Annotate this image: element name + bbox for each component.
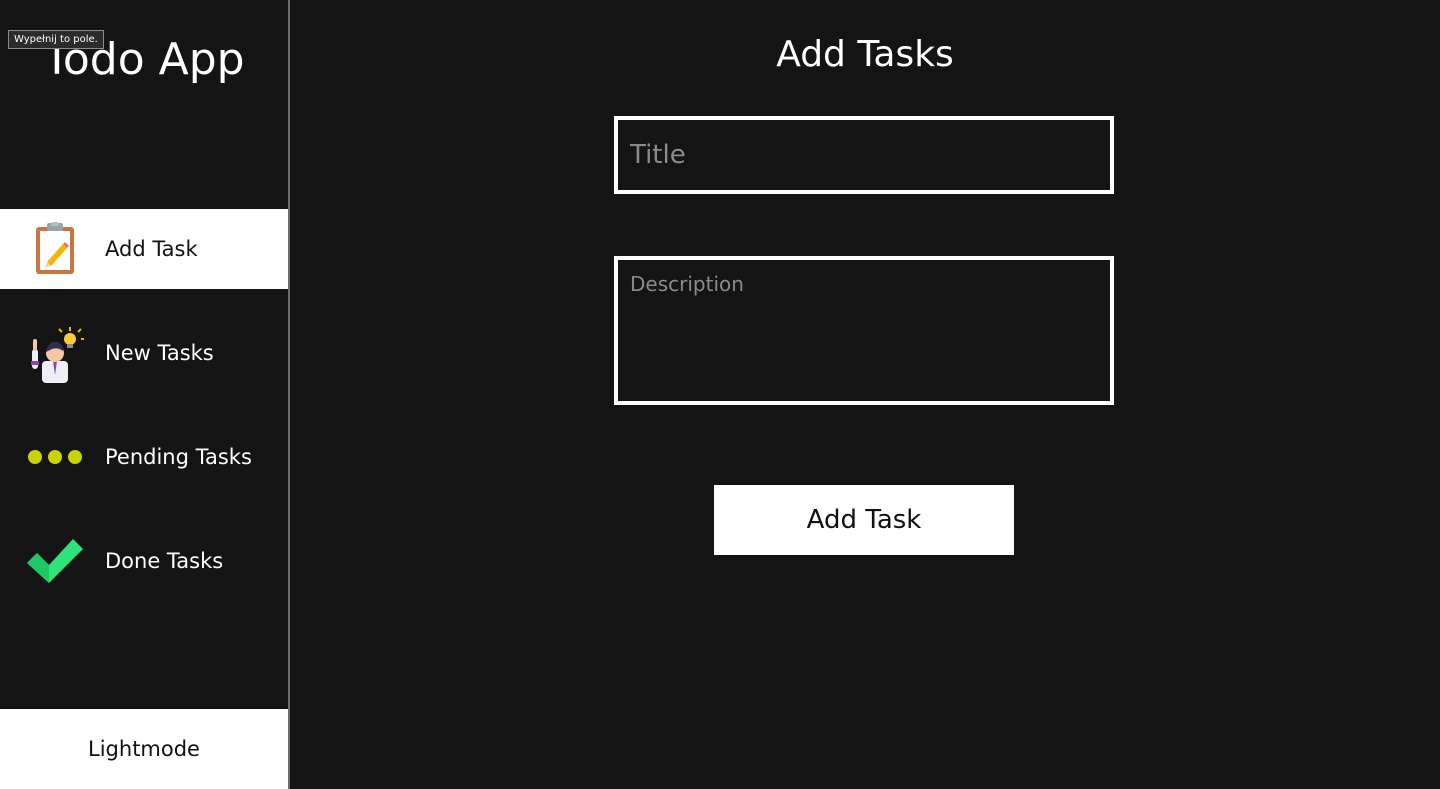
checkmark-icon [25,531,85,591]
three-dots-icon [25,427,85,487]
lightmode-toggle-button[interactable]: Lightmode [0,709,288,789]
person-idea-icon [25,323,85,383]
title-input[interactable] [614,116,1114,194]
sidebar-item-label: Add Task [105,237,198,261]
sidebar-item-add-task[interactable]: Add Task [0,209,288,289]
clipboard-pencil-icon [25,219,85,279]
sidebar-item-label: Pending Tasks [105,445,252,469]
add-task-button[interactable]: Add Task [714,485,1014,555]
sidebar-divider [288,0,290,789]
sidebar: Todo App Add Task New Tasks Pending Task… [0,0,288,789]
sidebar-item-new-tasks[interactable]: New Tasks [0,313,288,393]
validation-tooltip: Wypełnij to pole. [8,30,104,49]
app-root: Todo App Add Task New Tasks Pending Task… [0,0,1440,789]
sidebar-item-pending-tasks[interactable]: Pending Tasks [0,417,288,497]
sidebar-item-label: Done Tasks [105,549,224,573]
page-title: Add Tasks [776,34,954,75]
sidebar-item-label: New Tasks [105,341,214,365]
sidebar-item-done-tasks[interactable]: Done Tasks [0,521,288,601]
description-input[interactable] [614,256,1114,405]
